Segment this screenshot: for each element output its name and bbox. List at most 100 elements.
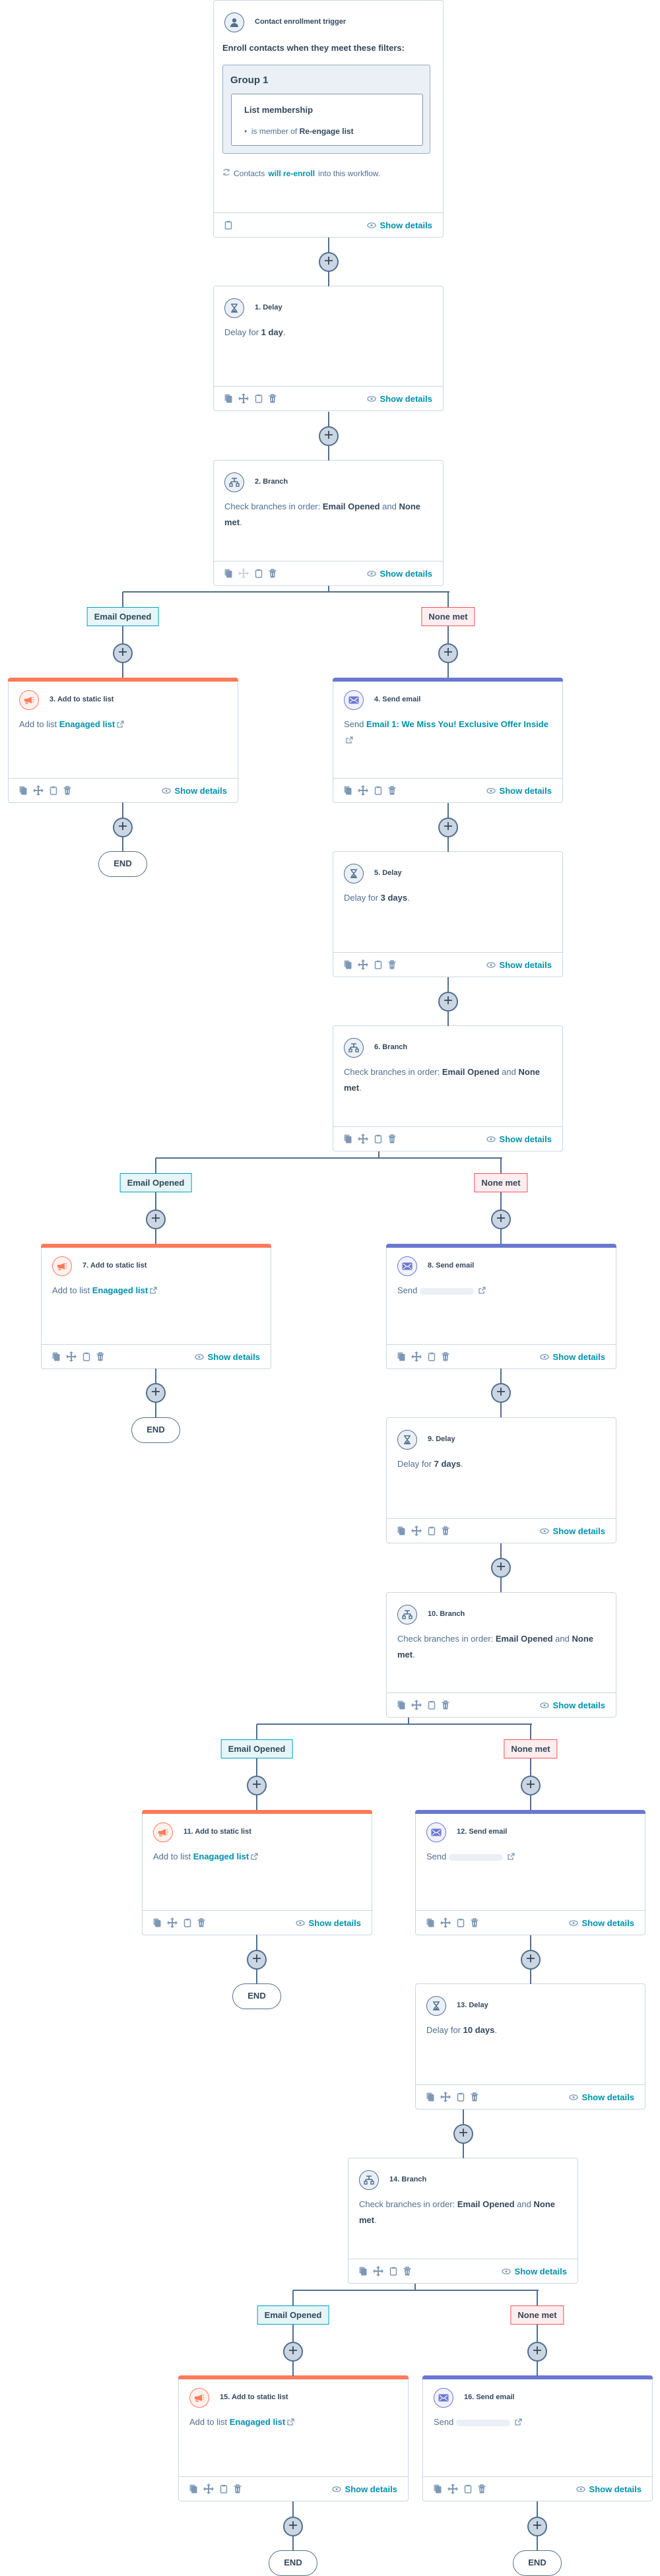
copy-icon[interactable] <box>397 1352 405 1361</box>
move-icon[interactable] <box>238 568 249 579</box>
add-action-button[interactable] <box>521 1950 541 1970</box>
move-icon[interactable] <box>373 2266 383 2276</box>
delay-action-card[interactable]: 1. Delay Delay for 1 day. Show details <box>213 286 444 411</box>
trash-icon[interactable] <box>471 1918 478 1927</box>
copy-icon[interactable] <box>426 1918 434 1927</box>
clipboard-icon[interactable] <box>428 1352 436 1361</box>
copy-icon[interactable] <box>344 786 352 795</box>
clipboard-icon[interactable] <box>224 220 232 230</box>
add-action-button[interactable] <box>438 992 458 1012</box>
copy-icon[interactable] <box>224 394 232 403</box>
add-action-button[interactable] <box>527 2517 547 2536</box>
show-details-button[interactable]: Show details <box>539 1526 605 1536</box>
enrollment-trigger-card[interactable]: Contact enrollment trigger Enroll contac… <box>213 0 444 238</box>
list-link[interactable]: Enagaged list <box>92 1285 148 1295</box>
trash-icon[interactable] <box>197 1918 205 1927</box>
list-action-card[interactable]: 3. Add to static list Add to list Enagage… <box>8 678 238 803</box>
copy-icon[interactable] <box>397 1526 405 1535</box>
show-details-button[interactable]: Show details <box>539 1352 605 1362</box>
clipboard-icon[interactable] <box>374 960 382 969</box>
clipboard-icon[interactable] <box>82 1352 90 1361</box>
copy-icon[interactable] <box>344 1134 352 1143</box>
copy-icon[interactable] <box>153 1918 161 1927</box>
trash-icon[interactable] <box>269 569 277 578</box>
add-action-button[interactable] <box>146 1383 166 1403</box>
branch-label-none-met[interactable]: None met <box>504 1739 558 1758</box>
trash-icon[interactable] <box>388 1134 396 1143</box>
show-details-button[interactable]: Show details <box>539 1700 605 1710</box>
external-link-icon[interactable] <box>115 719 124 729</box>
email-action-card[interactable]: 8. Send email Send Show details <box>386 1244 616 1369</box>
show-details-button[interactable]: Show details <box>576 2484 642 2494</box>
reenroll-link[interactable]: will re-enroll <box>268 169 315 178</box>
external-link-icon[interactable] <box>285 2417 294 2427</box>
add-action-button[interactable] <box>438 818 458 837</box>
list-link[interactable]: Enagaged list <box>230 2417 286 2427</box>
move-icon[interactable] <box>358 785 368 796</box>
copy-icon[interactable] <box>224 569 232 578</box>
show-details-button[interactable]: Show details <box>161 786 227 796</box>
copy-icon[interactable] <box>426 2092 434 2102</box>
show-details-button[interactable]: Show details <box>486 960 552 970</box>
clipboard-icon[interactable] <box>457 1918 465 1927</box>
copy-icon[interactable] <box>189 2484 197 2494</box>
list-action-card[interactable]: 11. Add to static list Add to list Enagag… <box>142 1810 372 1935</box>
add-action-button[interactable] <box>283 2342 303 2362</box>
show-details-button[interactable]: Show details <box>501 2267 567 2276</box>
move-icon[interactable] <box>66 1351 77 1362</box>
show-details-button[interactable]: Show details <box>366 220 432 230</box>
show-details-button[interactable]: Show details <box>366 394 432 404</box>
add-action-button[interactable] <box>527 2342 547 2362</box>
copy-icon[interactable] <box>434 2484 442 2494</box>
show-details-button[interactable]: Show details <box>486 1134 552 1144</box>
clipboard-icon[interactable] <box>374 786 382 795</box>
move-icon[interactable] <box>238 393 249 404</box>
add-action-button[interactable] <box>319 252 339 272</box>
move-icon[interactable] <box>440 2092 451 2102</box>
add-action-button[interactable] <box>453 2124 473 2144</box>
branch-action-card[interactable]: 14. Branch Check branches in order: Email… <box>348 2158 578 2284</box>
branch-label-email-opened[interactable]: Email Opened <box>257 2305 329 2325</box>
branch-label-email-opened[interactable]: Email Opened <box>86 607 159 626</box>
move-icon[interactable] <box>358 1134 368 1144</box>
add-action-button[interactable] <box>521 1776 541 1795</box>
copy-icon[interactable] <box>359 2267 367 2276</box>
move-icon[interactable] <box>411 1700 422 1710</box>
clipboard-icon[interactable] <box>255 569 263 578</box>
branch-label-email-opened[interactable]: Email Opened <box>119 1173 192 1192</box>
clipboard-icon[interactable] <box>50 786 57 795</box>
external-link-icon[interactable] <box>344 735 353 745</box>
add-action-button[interactable] <box>491 1383 511 1403</box>
clipboard-icon[interactable] <box>464 2484 472 2494</box>
branch-action-card[interactable]: 10. Branch Check branches in order: Email… <box>386 1592 616 1718</box>
move-icon[interactable] <box>440 1917 451 1928</box>
add-action-button[interactable] <box>113 818 133 837</box>
branch-action-card[interactable]: 2. Branch Check branches in order: Email … <box>213 460 444 586</box>
move-icon[interactable] <box>358 959 368 970</box>
clipboard-icon[interactable] <box>428 1526 436 1535</box>
move-icon[interactable] <box>203 2484 214 2494</box>
external-link-icon[interactable] <box>513 2417 523 2427</box>
clipboard-icon[interactable] <box>389 2267 397 2276</box>
add-action-button[interactable] <box>438 643 458 663</box>
delay-action-card[interactable]: 5. Delay Delay for 3 days. Show details <box>333 851 563 977</box>
move-icon[interactable] <box>167 1917 178 1928</box>
branch-label-email-opened[interactable]: Email Opened <box>220 1739 293 1758</box>
show-details-button[interactable]: Show details <box>568 1918 634 1928</box>
external-link-icon[interactable] <box>477 1285 486 1295</box>
trash-icon[interactable] <box>403 2267 411 2276</box>
external-link-icon[interactable] <box>506 1852 515 1861</box>
show-details-button[interactable]: Show details <box>486 786 552 796</box>
branch-label-none-met[interactable]: None met <box>510 2305 564 2325</box>
add-action-button[interactable] <box>491 1558 511 1578</box>
email-link[interactable]: Email 1: We Miss You! Exclusive Offer In… <box>366 719 548 729</box>
copy-icon[interactable] <box>52 1352 60 1361</box>
show-details-button[interactable]: Show details <box>295 1918 361 1928</box>
add-action-button[interactable] <box>146 1209 166 1229</box>
branch-label-none-met[interactable]: None met <box>421 607 475 626</box>
list-action-card[interactable]: 15. Add to static list Add to list Enagag… <box>178 2375 409 2501</box>
copy-icon[interactable] <box>397 1700 405 1710</box>
trash-icon[interactable] <box>442 1352 449 1361</box>
trash-icon[interactable] <box>478 2484 486 2494</box>
copy-icon[interactable] <box>19 786 27 795</box>
